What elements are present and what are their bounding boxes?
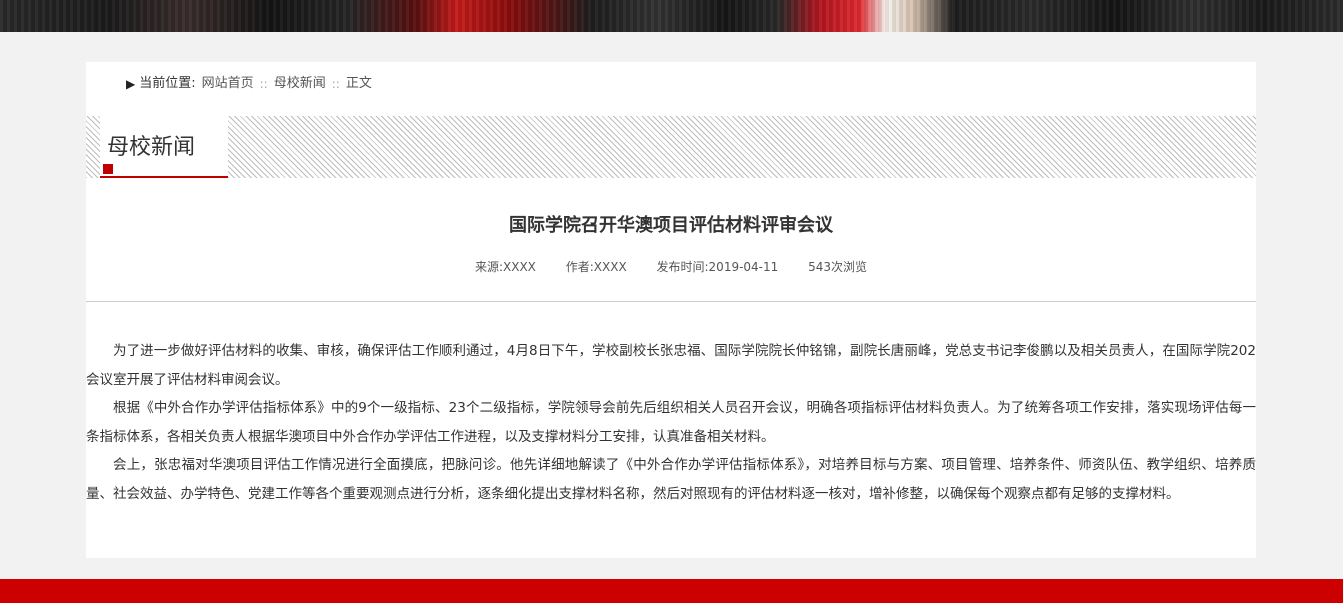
meta-view-count: 543次浏览 (808, 260, 868, 274)
section-title: 母校新闻 (107, 135, 196, 160)
red-square-marker (103, 164, 113, 174)
divider (86, 301, 1256, 302)
article-paragraph: 为了进一步做好评估材料的收集、审核，确保评估工作顺利通过，4月8日下午，学校副校… (86, 343, 1256, 388)
meta-author: 作者:XXXX (565, 260, 627, 274)
play-arrow-icon: ▶ (126, 77, 136, 91)
hatch-decoration (228, 116, 1256, 178)
meta-publish-date: 发布时间:2019-04-11 (656, 260, 779, 274)
footer-bar (0, 579, 1343, 603)
breadcrumb-separator: :: (331, 77, 340, 91)
breadcrumb-label: 当前位置: (139, 76, 196, 91)
article-paragraph: 根据《中外合作办学评估指标体系》中的9个一级指标、23个二级指标，学院领导会前先… (86, 400, 1256, 445)
section-underline (100, 176, 228, 178)
breadcrumb-link-current[interactable]: 正文 (346, 76, 372, 92)
meta-source: 来源:XXXX (474, 260, 536, 274)
article-body: 为了进一步做好评估材料的收集、审核，确保评估工作顺利通过，4月8日下午，学校副校… (86, 337, 1256, 508)
hatch-decoration (86, 116, 100, 178)
breadcrumb-link-home[interactable]: 网站首页 (202, 76, 254, 92)
article-title: 国际学院召开华澳项目评估材料评审会议 (509, 215, 833, 236)
header-banner-image (0, 0, 1343, 32)
breadcrumb-link-news[interactable]: 母校新闻 (274, 76, 326, 92)
breadcrumb-separator: :: (259, 77, 268, 91)
article-paragraph: 会上，张忠福对华澳项目评估工作情况进行全面摸底，把脉问诊。他先详细地解读了《中外… (86, 457, 1256, 502)
article-meta: 来源:XXXX 作者:XXXX 发布时间:2019-04-11 543次浏览 (86, 259, 1256, 275)
section-header: 母校新闻 (86, 116, 1256, 178)
content-panel: ▶ 当前位置: 网站首页 :: 母校新闻 :: 正文 母校新闻 国际学院召开华澳… (86, 62, 1256, 558)
breadcrumb: ▶ 当前位置: 网站首页 :: 母校新闻 :: 正文 (126, 76, 372, 92)
